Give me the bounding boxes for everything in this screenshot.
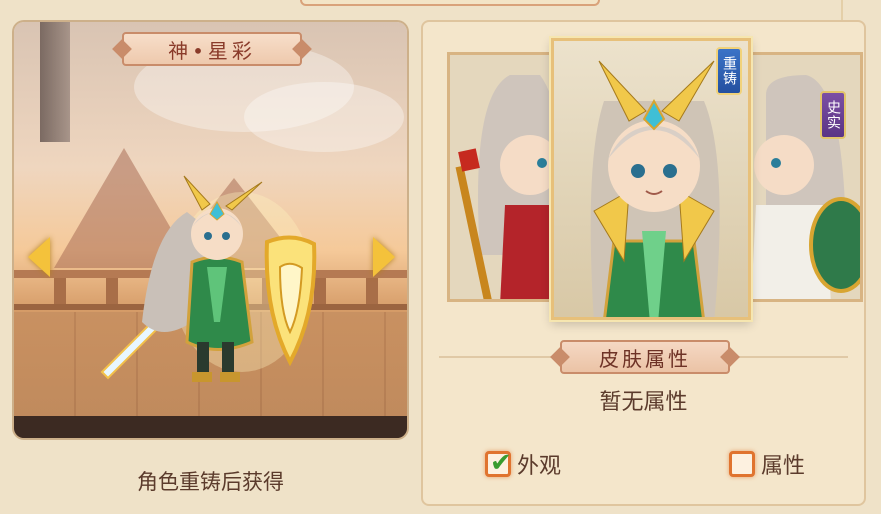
background-pillar xyxy=(40,22,70,142)
character-stage: 神•星彩 xyxy=(14,22,407,438)
checkmark-icon: ✔ xyxy=(490,448,512,478)
hero-character-figure xyxy=(100,175,317,382)
background-cloud xyxy=(244,82,404,152)
appearance-option[interactable]: ✔ 外观 xyxy=(485,448,561,480)
floor-edge xyxy=(14,416,407,438)
prev-skin-arrow-icon[interactable] xyxy=(28,237,50,277)
obtain-condition-text: 角色重铸后获得 xyxy=(137,470,284,494)
skin-title-banner: 神•星彩 xyxy=(122,32,302,66)
skin-card-historical[interactable]: 史实 xyxy=(743,52,863,302)
skin-title: 神•星彩 xyxy=(168,38,256,63)
skin-attributes-banner: 皮肤属性 xyxy=(560,340,730,374)
next-skin-arrow-icon[interactable] xyxy=(373,237,395,277)
no-attributes-text: 暂无属性 xyxy=(599,390,688,415)
skin-panel: 史实 重铸 皮肤属性 暂无属性 ✔ 外观 属性 xyxy=(421,20,866,506)
appearance-label: 外观 xyxy=(517,454,562,479)
attribute-checkbox[interactable] xyxy=(729,451,755,477)
attribute-label: 属性 xyxy=(761,454,806,479)
recast-badge: 重铸 xyxy=(716,47,742,95)
historical-badge: 史实 xyxy=(820,91,846,139)
attribute-option[interactable]: 属性 xyxy=(729,448,805,480)
top-frame-decoration xyxy=(300,0,600,6)
appearance-checkbox[interactable]: ✔ xyxy=(485,448,512,478)
skin-card-recast-selected[interactable]: 重铸 xyxy=(551,38,751,320)
skin-attributes-title: 皮肤属性 xyxy=(599,346,691,371)
